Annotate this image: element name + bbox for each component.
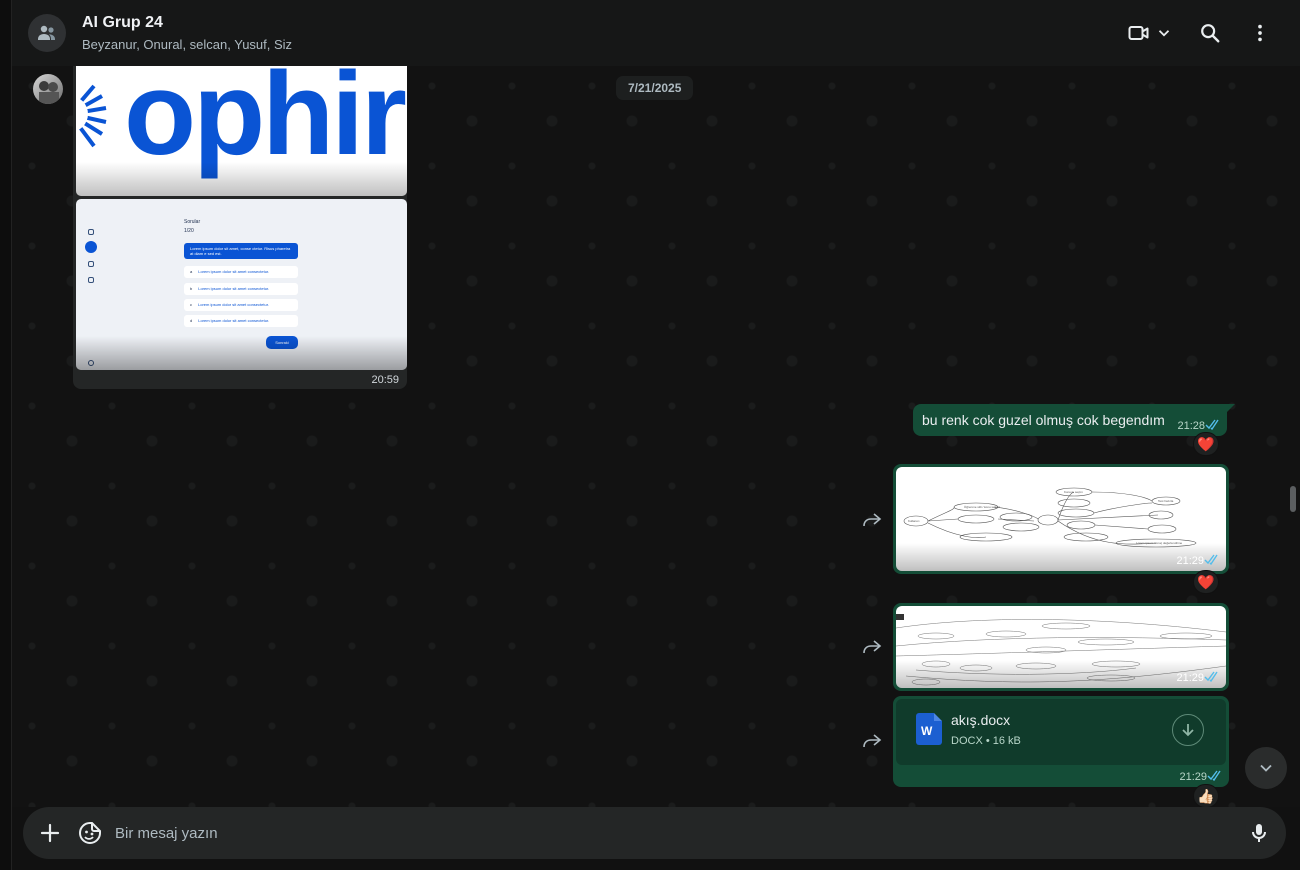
reaction-heart[interactable]: ❤️ bbox=[1193, 570, 1219, 594]
quiz-option: a Lorem ipsum dolor sit amet consectetur. bbox=[184, 266, 298, 278]
quiz-option-letter: d bbox=[190, 318, 193, 323]
bubble-tail bbox=[1227, 404, 1235, 412]
quiz-title: Sorular bbox=[184, 219, 201, 225]
outgoing-document-message[interactable]: W akış.docx DOCX • 16 kB 21:29 bbox=[893, 696, 1229, 787]
download-button[interactable] bbox=[1172, 714, 1204, 746]
outgoing-text-message[interactable]: bu renk cok guzel olmuş cok begendım 21:… bbox=[913, 404, 1235, 436]
quiz-nav-icon bbox=[88, 261, 94, 267]
quiz-option-text: Lorem ipsum dolor sit amet consectetur. bbox=[198, 302, 269, 307]
date-separator: 7/21/2025 bbox=[616, 76, 694, 100]
microphone-icon bbox=[1252, 824, 1266, 842]
flowchart-image[interactable]: Kullanıcı Öğrenme stili / konu seçimi Konu… bbox=[896, 467, 1226, 571]
message-composer[interactable] bbox=[23, 807, 1286, 859]
message-time: 20:59 bbox=[371, 374, 399, 386]
download-icon bbox=[1182, 724, 1194, 737]
message-time: 21:29 bbox=[1179, 771, 1207, 783]
forward-icon bbox=[863, 734, 882, 748]
incoming-image-logo[interactable]: ophir bbox=[76, 66, 407, 196]
document-meta: DOCX • 16 kB bbox=[951, 735, 1021, 747]
scrollbar[interactable] bbox=[1290, 486, 1296, 512]
left-panel-edge bbox=[0, 0, 12, 870]
menu-button[interactable] bbox=[1240, 13, 1280, 53]
double-check-icon bbox=[1207, 770, 1221, 781]
quiz-nav-icon bbox=[88, 277, 94, 283]
message-time: 21:29 bbox=[1176, 555, 1204, 567]
sender-avatar[interactable] bbox=[33, 74, 63, 104]
quiz-option: b Lorem ipsum dolor sit amet consectetur. bbox=[184, 283, 298, 295]
search-button[interactable] bbox=[1190, 13, 1230, 53]
outgoing-image-message[interactable]: Kullanıcı Öğrenme stili / konu seçimi Konu… bbox=[893, 464, 1229, 574]
message-list[interactable]: 7/21/2025 ophir Sorular 1/20 Lorem ipsum… bbox=[12, 66, 1300, 807]
video-call-icon bbox=[1128, 26, 1149, 40]
message-text: bu renk cok guzel olmuş cok begendım bbox=[922, 412, 1165, 428]
header-actions bbox=[1124, 0, 1280, 66]
incoming-image-quiz[interactable]: Sorular 1/20 Lorem ipsum dolor sit amet,… bbox=[76, 199, 407, 370]
more-vertical-icon bbox=[1258, 24, 1262, 42]
search-icon bbox=[1201, 24, 1220, 43]
reaction-emoji: ❤️ bbox=[1197, 435, 1215, 452]
chevron-down-icon bbox=[1158, 30, 1170, 37]
message-input[interactable] bbox=[115, 817, 1215, 849]
quiz-option-letter: c bbox=[190, 302, 192, 307]
document-size: 16 kB bbox=[992, 735, 1021, 747]
forward-icon bbox=[863, 513, 882, 527]
voice-message-button[interactable] bbox=[1246, 820, 1272, 846]
quiz-nav-icon bbox=[88, 229, 94, 235]
attach-button[interactable] bbox=[37, 820, 63, 846]
document-card[interactable]: W akış.docx DOCX • 16 kB bbox=[896, 699, 1226, 765]
outgoing-image-message[interactable]: 21:29 bbox=[893, 603, 1229, 691]
quiz-option: d Lorem ipsum dolor sit amet consectetur. bbox=[184, 315, 298, 327]
chat-info[interactable]: AI Grup 24 Beyzanur, Onural, selcan, Yus… bbox=[82, 13, 292, 54]
scroll-to-bottom-button[interactable] bbox=[1245, 747, 1287, 789]
reaction-thumbs-up[interactable]: 👍🏻 bbox=[1193, 784, 1219, 807]
image-shade bbox=[76, 162, 407, 196]
word-document-icon: W bbox=[916, 713, 942, 745]
forward-button[interactable] bbox=[860, 508, 884, 532]
chat-members: Beyzanur, Onural, selcan, Yusuf, Siz bbox=[82, 36, 293, 52]
forward-icon bbox=[863, 640, 882, 654]
quiz-option-text: Lorem ipsum dolor sit amet consectetur. bbox=[198, 269, 270, 274]
svg-text:Konuyu seçim: Konuyu seçim bbox=[1064, 490, 1083, 494]
video-call-button[interactable] bbox=[1124, 13, 1176, 53]
composer-bar bbox=[12, 807, 1300, 870]
quiz-question: Lorem ipsum dolor sit amet, conse ctetur… bbox=[184, 243, 298, 259]
diagram-image[interactable]: 21:29 bbox=[896, 606, 1226, 688]
double-check-icon bbox=[1204, 671, 1218, 682]
quiz-option-text: Lorem ipsum dolor sit amet consectetur. bbox=[198, 286, 270, 291]
quiz-count: 1/20 bbox=[184, 228, 194, 234]
quiz-nav-active-icon bbox=[85, 241, 97, 253]
svg-text:Öğrenme stili / konu seçimi: Öğrenme stili / konu seçimi bbox=[964, 505, 1000, 509]
forward-button[interactable] bbox=[860, 729, 884, 753]
message-time: 21:29 bbox=[1176, 672, 1204, 684]
sticker-button[interactable] bbox=[77, 820, 103, 846]
message-time: 21:28 bbox=[1177, 420, 1205, 432]
double-check-icon bbox=[1205, 419, 1219, 430]
group-avatar-icon[interactable] bbox=[28, 14, 66, 52]
chat-title: AI Grup 24 bbox=[82, 13, 163, 31]
reaction-emoji: 👍🏻 bbox=[1197, 787, 1215, 804]
double-check-icon bbox=[1204, 554, 1218, 565]
chevron-down-icon bbox=[1260, 764, 1272, 772]
document-type: DOCX bbox=[951, 735, 983, 747]
document-name: akış.docx bbox=[951, 712, 1011, 728]
quiz-option-letter: b bbox=[190, 286, 193, 291]
reaction-heart[interactable]: ❤️ bbox=[1193, 432, 1219, 456]
svg-text:Kullanıcı: Kullanıcı bbox=[908, 519, 920, 523]
quiz-option-text: Lorem ipsum dolor sit amet consectetur. bbox=[198, 318, 270, 323]
sticker-icon bbox=[79, 822, 101, 844]
svg-text:Test hazırla: Test hazırla bbox=[1158, 499, 1174, 503]
quiz-option-letter: a bbox=[190, 269, 193, 274]
chat-header[interactable]: AI Grup 24 Beyzanur, Onural, selcan, Yus… bbox=[12, 0, 1300, 66]
reaction-emoji: ❤️ bbox=[1197, 573, 1215, 590]
incoming-message[interactable]: ophir Sorular 1/20 Lorem ipsum dolor sit… bbox=[73, 66, 407, 389]
quiz-option: c Lorem ipsum dolor sit amet consectetur. bbox=[184, 299, 298, 311]
forward-button[interactable] bbox=[860, 635, 884, 659]
plus-icon bbox=[40, 823, 60, 843]
whatsapp-chat-window: AI Grup 24 Beyzanur, Onural, selcan, Yus… bbox=[0, 0, 1300, 870]
image-shade bbox=[76, 336, 407, 370]
